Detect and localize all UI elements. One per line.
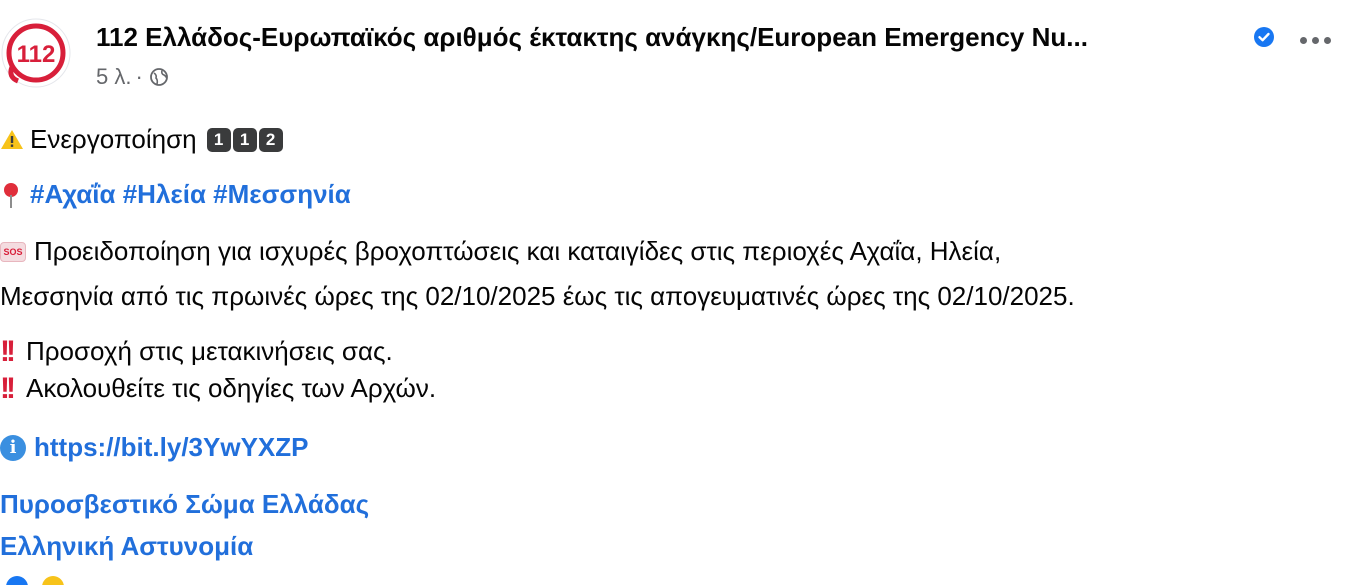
warning-text-1: Προειδοποίηση για ισχυρές βροχοπτώσεις κ… bbox=[34, 236, 1002, 266]
meta-separator: · bbox=[135, 64, 143, 89]
mention-line-1: Πυροσβεστικό Σώμα Ελλάδας bbox=[0, 489, 369, 520]
facebook-post: 112 112 Ελλάδος-Ευρωπαϊκός αριθμός έκτακ… bbox=[0, 0, 1360, 585]
more-dot bbox=[1299, 36, 1307, 44]
url-line: i https://bit.ly/3YwYXZP bbox=[0, 432, 308, 463]
sos-icon: SOS bbox=[0, 241, 26, 262]
globe-icon[interactable] bbox=[149, 67, 169, 87]
more-dot bbox=[1311, 36, 1319, 44]
activation-text: Ενεργοποίηση bbox=[30, 124, 197, 154]
mention-fire-service[interactable]: Πυροσβεστικό Σώμα Ελλάδας bbox=[0, 489, 369, 520]
activation-line: Ενεργοποίηση 1 1 2 bbox=[0, 124, 283, 155]
avatar-112-logo: 112 bbox=[1, 18, 71, 88]
avatar-text: 112 bbox=[17, 41, 56, 68]
more-options-icon[interactable] bbox=[1293, 28, 1337, 52]
round-pushpin-icon bbox=[4, 182, 18, 208]
double-exclamation-icon: !! bbox=[0, 334, 16, 368]
reaction-emoji-icon[interactable] bbox=[42, 576, 64, 585]
post-meta: 5 λ. · bbox=[96, 64, 169, 90]
post-timestamp[interactable]: 5 λ. bbox=[96, 64, 131, 90]
caution-text-2: Ακολουθείτε τις οδηγίες των Αρχών. bbox=[25, 373, 437, 403]
mention-line-2: Ελληνική Αστυνομία bbox=[0, 531, 253, 562]
info-icon: i bbox=[0, 434, 26, 461]
warning-icon bbox=[1, 129, 23, 149]
hashtags-line: #Αχαΐα #Ηλεία #Μεσσηνία bbox=[0, 179, 351, 210]
hashtags-link[interactable]: #Αχαΐα #Ηλεία #Μεσσηνία bbox=[30, 179, 351, 210]
page-avatar[interactable]: 112 bbox=[0, 17, 72, 89]
caution-text-1: Προσοχή στις μετακινήσεις σας. bbox=[25, 336, 393, 366]
double-exclamation-icon: !! bbox=[0, 371, 16, 405]
caution-line-2: !! Ακολουθείτε τις οδηγίες των Αρχών. bbox=[0, 373, 436, 404]
caution-line-1: !! Προσοχή στις μετακινήσεις σας. bbox=[0, 336, 393, 367]
warning-line-1: SOS Προειδοποίηση για ισχυρές βροχοπτώσε… bbox=[0, 236, 1001, 267]
warning-line-2: Μεσσηνία από τις πρωινές ώρες της 02/10/… bbox=[0, 281, 1075, 312]
mention-police[interactable]: Ελληνική Αστυνομία bbox=[0, 531, 253, 562]
verified-badge-icon bbox=[1253, 26, 1275, 48]
warning-text-2: Μεσσηνία από τις πρωινές ώρες της 02/10/… bbox=[0, 281, 1075, 311]
external-link[interactable]: https://bit.ly/3YwYXZP bbox=[34, 432, 308, 463]
more-dot bbox=[1323, 36, 1331, 44]
reaction-like-icon[interactable] bbox=[6, 576, 28, 585]
keycap-1-icon: 1 bbox=[206, 127, 231, 152]
post-author-name[interactable]: 112 Ελλάδος-Ευρωπαϊκός αριθμός έκτακτης … bbox=[96, 22, 1088, 53]
keycap-1-icon: 1 bbox=[232, 127, 257, 152]
keycap-2-icon: 2 bbox=[258, 127, 283, 152]
